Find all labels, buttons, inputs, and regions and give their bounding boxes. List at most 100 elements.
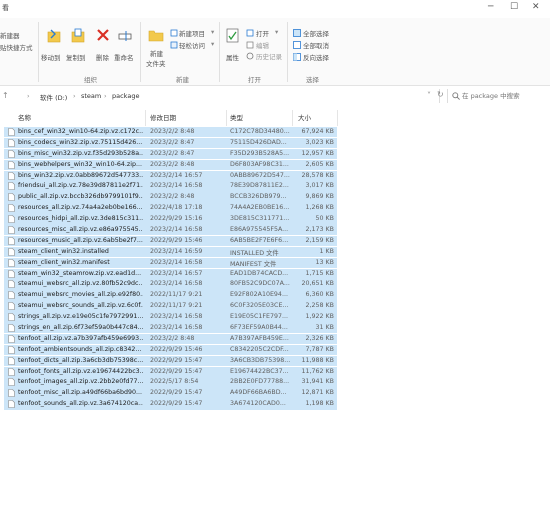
file-row[interactable]: bins_win32.zip.vz.0abb89672d547733... 202… [0,170,550,182]
breadcrumb-drive[interactable]: 软件 (D:) [40,92,67,102]
search-box[interactable] [447,89,550,103]
file-row[interactable]: tenfoot_ambientsounds_all.zip.c8342... 20… [0,344,550,356]
file-name[interactable]: tenfoot_all.zip.vz.a7b397afb459e6993... [18,335,143,342]
file-row[interactable]: tenfoot_misc_all.zip.a49df66ba6bd90... 20… [0,388,550,399]
file-row[interactable]: tenfoot_dicts_all.zip.3a6cb3db75398c... 2… [0,355,550,367]
breadcrumb-package[interactable]: package [112,92,139,100]
move-to-icon[interactable] [47,28,61,44]
select-all-icon[interactable] [293,29,301,37]
move-to-label[interactable]: 移动到 [41,52,61,62]
file-row[interactable]: bins_codecs_win32.zip.vz.75115d426... 202… [0,137,550,149]
file-row[interactable]: steam_win32_steamrow.zip.vz.ead1d... 2023… [0,268,550,280]
address-dropdown-icon[interactable]: ˅ [427,91,431,100]
file-name[interactable]: bins_cef_win32_win10-64.zip.vz.c172c... [18,128,143,135]
file-row[interactable]: friendsui_all.zip.vz.78e39d87811e2f71...… [0,181,550,192]
file-name[interactable]: bins_codecs_win32.zip.vz.75115d426... [18,139,143,146]
address-bar[interactable]: ↑ › 软件 (D:) › steam › package ˅ [0,89,440,103]
column-divider[interactable] [226,110,227,126]
close-button[interactable]: ✕ [532,2,540,12]
column-divider[interactable] [337,110,338,126]
file-name[interactable]: steamui_websrc_sounds_all.zip.vz.6c0f... [18,302,143,309]
column-divider[interactable] [292,110,293,126]
file-name[interactable]: tenfoot_dicts_all.zip.3a6cb3db75398c... [18,357,143,364]
new-folder-label-line1[interactable]: 新建 [150,48,163,58]
open-icon[interactable] [246,29,254,37]
new-folder-label-line2[interactable]: 文件夹 [146,58,166,68]
select-all-button[interactable]: 全部选择 [303,28,329,38]
properties-icon[interactable] [226,28,239,43]
file-name[interactable]: steam_client_win32.manifest [18,259,143,266]
file-row[interactable]: steamui_websrc_sounds_all.zip.vz.6c0f...… [0,301,550,312]
file-name[interactable]: tenfoot_sounds_all.zip.vz.3a674120ca... [18,400,143,407]
file-row[interactable]: resources_hidpi_all.zip.vz.3de815c311...… [0,214,550,225]
column-header-name[interactable]: 名称 [18,112,31,124]
column-header-date[interactable]: 修改日期 [150,112,176,124]
easy-access-icon[interactable] [170,41,178,49]
nav-up-icon[interactable]: ↑ [2,91,9,100]
file-name[interactable]: friendsui_all.zip.vz.78e39d87811e2f71... [18,182,143,189]
file-row[interactable]: tenfoot_images_all.zip.vz.2bb2e0fd77... 2… [0,377,550,388]
invert-selection-button[interactable]: 反向选择 [303,52,329,62]
select-none-icon[interactable] [293,41,301,49]
file-row[interactable]: bins_webhelpers_win32_win10-64.zip... 202… [0,159,550,171]
chevron-down-icon[interactable]: ▾ [275,28,278,36]
file-row[interactable]: strings_en_all.zip.6f73ef59a0b447c84... 2… [0,323,550,334]
file-name[interactable]: tenfoot_ambientsounds_all.zip.c8342... [18,346,143,353]
file-name[interactable]: resources_misc_all.zip.vz.e86a975545... [18,226,143,233]
properties-label[interactable]: 属性 [226,52,239,62]
paste-shortcut-item[interactable]: 贴快捷方式 [0,42,33,52]
file-name[interactable]: steam_client_win32.installed [18,248,143,255]
file-row[interactable]: tenfoot_all.zip.vz.a7b397afb459e6993... 2… [0,333,550,345]
file-name[interactable]: bins_win32.zip.vz.0abb89672d547733... [18,172,143,179]
delete-icon[interactable] [97,29,109,41]
file-row[interactable]: bins_misc_win32.zip.vz.f35d293b528a... 20… [0,148,550,160]
file-name[interactable]: bins_misc_win32.zip.vz.f35d293b528a... [18,150,143,157]
chevron-down-icon[interactable]: ▾ [211,28,214,36]
file-row[interactable]: strings_all.zip.vz.e19e05c1fe7972991... 2… [0,312,550,323]
file-row[interactable]: tenfoot_sounds_all.zip.vz.3a674120ca... 2… [0,399,550,410]
file-name[interactable]: tenfoot_fonts_all.zip.vz.e19674422bc3... [18,368,143,375]
new-item-button[interactable]: 新建项目 [179,28,205,38]
file-row[interactable]: resources_misc_all.zip.vz.e86a975545... 2… [0,225,550,236]
edit-button[interactable]: 编辑 [256,40,269,50]
file-name[interactable]: steamui_websrc_movies_all.zip.e92f80... [18,291,143,298]
file-row[interactable]: tenfoot_fonts_all.zip.vz.e19674422bc3...… [0,366,550,378]
minimize-button[interactable]: ─ [488,2,493,12]
file-name[interactable]: steamui_websrc_all.zip.vz.80fb52c9dc... [18,280,143,287]
file-row[interactable]: bins_cef_win32_win10-64.zip.vz.c172c... 2… [0,127,550,138]
rename-icon[interactable] [118,29,132,42]
copy-to-icon[interactable] [71,28,85,44]
column-header-size[interactable]: 大小 [298,112,311,124]
new-folder-icon[interactable] [148,28,164,42]
file-row[interactable]: steamui_websrc_all.zip.vz.80fb52c9dc... 2… [0,279,550,290]
file-name[interactable]: tenfoot_misc_all.zip.a49df66ba6bd90... [18,389,143,396]
file-row[interactable]: resources_all.zip.vz.74a4a2eb0be166... 20… [0,203,550,214]
select-none-button[interactable]: 全部取消 [303,40,329,50]
file-row[interactable]: steam_client_win32.manifest 2023/2/14 16:… [0,257,550,269]
file-name[interactable]: tenfoot_images_all.zip.vz.2bb2e0fd77... [18,378,143,385]
search-input[interactable] [462,90,548,102]
rename-label[interactable]: 重命名 [114,52,134,62]
refresh-icon[interactable]: ↻ [437,90,444,99]
file-name[interactable]: bins_webhelpers_win32_win10-64.zip... [18,161,143,168]
column-divider[interactable] [145,110,146,126]
open-button[interactable]: 打开 [256,28,269,38]
chevron-down-icon[interactable]: ▾ [211,40,214,48]
new-item-icon[interactable] [170,29,178,37]
invert-selection-icon[interactable] [293,53,301,61]
file-row[interactable]: resources_music_all.zip.vz.6ab5be2f7... 2… [0,235,550,247]
breadcrumb-steam[interactable]: steam [81,92,101,100]
delete-label[interactable]: 删除 [96,52,109,62]
copy-to-label[interactable]: 复制到 [66,52,86,62]
file-row[interactable]: steam_client_win32.installed 2023/2/14 16… [0,246,550,258]
file-name[interactable]: public_all.zip.vz.bccb326db9799101f9... [18,193,143,200]
file-name[interactable]: steam_win32_steamrow.zip.vz.ead1d... [18,270,143,277]
file-name[interactable]: resources_hidpi_all.zip.vz.3de815c311... [18,215,143,222]
file-name[interactable]: strings_en_all.zip.6f73ef59a0b447c84... [18,324,143,331]
file-row[interactable]: steamui_websrc_movies_all.zip.e92f80... 2… [0,290,550,301]
file-name[interactable]: strings_all.zip.vz.e19e05c1fe7972991... [18,313,143,320]
history-button[interactable]: 历史记录 [256,51,282,61]
history-icon[interactable] [246,52,254,60]
file-name[interactable]: resources_music_all.zip.vz.6ab5be2f7... [18,237,143,244]
edit-icon[interactable] [246,41,254,49]
